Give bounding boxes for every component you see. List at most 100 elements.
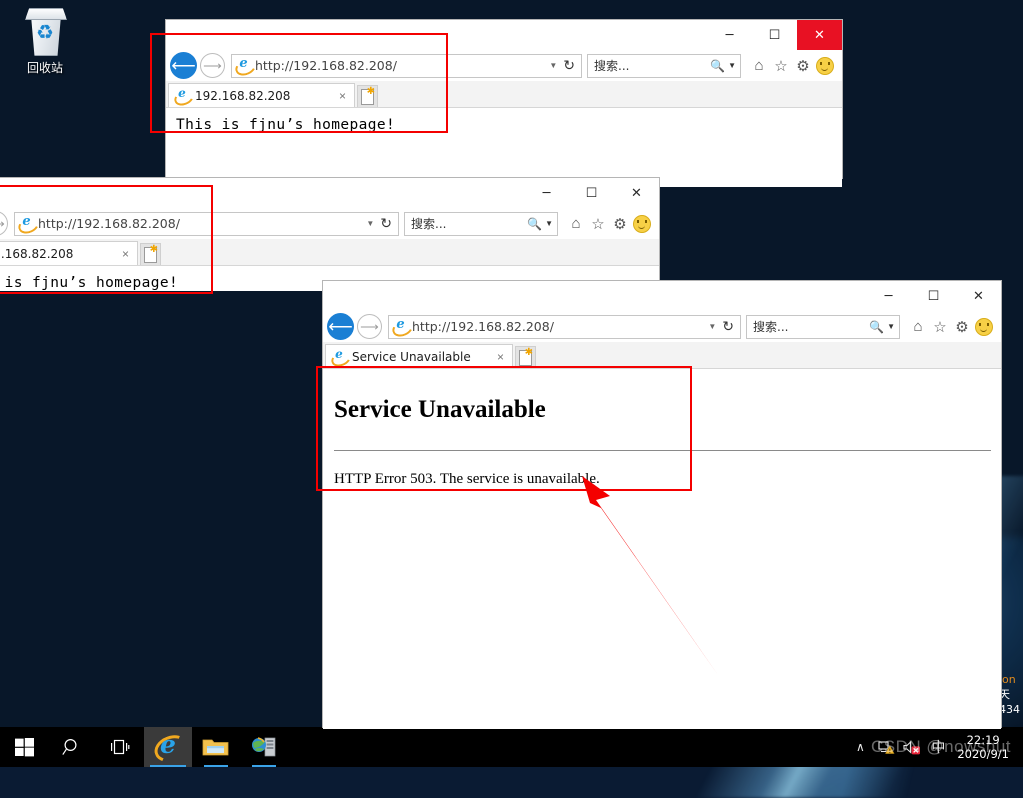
refresh-icon[interactable]: ↻ xyxy=(563,57,581,74)
ie-logo-icon: e xyxy=(329,348,353,369)
address-text: http://192.168.82.208/ xyxy=(255,58,397,73)
forward-button[interactable]: ⟶ xyxy=(200,53,225,78)
tab-strip: e Service Unavailable × ✱ xyxy=(323,342,1001,369)
forward-button[interactable]: ⟶ xyxy=(357,314,382,339)
chevron-down-icon[interactable]: ▼ xyxy=(364,219,380,228)
page-content: Service Unavailable HTTP Error 503. The … xyxy=(323,369,1001,729)
address-bar[interactable]: e http://192.168.82.208/ ▼ ↻ xyxy=(231,53,582,79)
address-bar[interactable]: e http://192.168.82.208/ ▼ ↻ xyxy=(388,314,741,340)
address-text: http://192.168.82.208/ xyxy=(38,216,180,231)
home-icon[interactable]: ⌂ xyxy=(907,316,929,338)
internet-explorer-button[interactable]: e xyxy=(144,727,192,767)
new-tab-button[interactable]: ✱ xyxy=(140,243,161,265)
task-view-button[interactable] xyxy=(96,727,144,767)
maximize-button[interactable]: ☐ xyxy=(911,281,956,311)
home-icon[interactable]: ⌂ xyxy=(565,213,587,235)
ime-indicator[interactable]: 中 xyxy=(925,727,951,767)
error-heading: Service Unavailable xyxy=(334,396,546,423)
recycle-bin-icon: ♻ xyxy=(21,6,69,56)
search-placeholder: 搜索... xyxy=(411,217,447,231)
taskbar-clock[interactable]: 22:19 2020/9/1 xyxy=(951,733,1017,761)
recycle-bin-label: 回收站 xyxy=(26,61,63,75)
title-bar[interactable]: ─ ☐ ✕ xyxy=(166,20,842,50)
address-text: http://192.168.82.208/ xyxy=(412,319,554,334)
system-tray[interactable]: ∧ 中 22:19 2020/9/1 xyxy=(847,727,1023,767)
search-button[interactable] xyxy=(48,727,96,767)
search-placeholder: 搜索... xyxy=(594,59,630,73)
minimize-button[interactable]: ─ xyxy=(524,178,569,208)
back-button[interactable]: ⟵ xyxy=(170,52,197,79)
desktop-icon-recycle-bin[interactable]: ♻ 回收站 xyxy=(8,6,82,76)
windows-logo-icon xyxy=(14,737,34,756)
error-body: HTTP Error 503. The service is unavailab… xyxy=(334,471,600,487)
ie-logo-icon: e xyxy=(172,87,196,108)
close-button[interactable]: ✕ xyxy=(614,178,659,208)
start-button[interactable] xyxy=(0,727,48,767)
tab-title: Service Unavailable xyxy=(352,349,471,364)
smiley-icon[interactable] xyxy=(973,316,995,338)
clock-date: 2020/9/1 xyxy=(957,747,1009,761)
search-placeholder: 搜索... xyxy=(753,320,789,334)
close-button[interactable]: ✕ xyxy=(797,20,842,50)
search-input[interactable]: 搜索... 🔍 ▼ xyxy=(587,53,741,78)
home-icon[interactable]: ⌂ xyxy=(748,55,770,77)
taskbar[interactable]: e ∧ 中 22:19 2020/9/1 xyxy=(0,727,1023,767)
navigation-bar: ⟵ ⟶ e http://192.168.82.208/ ▼ ↻ 搜索... 🔍… xyxy=(323,311,1001,342)
refresh-icon[interactable]: ↻ xyxy=(722,318,740,335)
chevron-down-icon[interactable]: ▼ xyxy=(706,322,722,331)
back-button[interactable]: ⟵ xyxy=(327,313,354,340)
new-tab-button[interactable]: ✱ xyxy=(357,85,378,107)
forward-button[interactable]: ⟶ xyxy=(0,211,8,236)
star-icon[interactable]: ☆ xyxy=(770,55,792,77)
file-explorer-button[interactable] xyxy=(192,727,240,767)
smiley-icon[interactable] xyxy=(631,213,653,235)
task-view-icon xyxy=(111,739,130,755)
search-input[interactable]: 搜索... 🔍 ▼ xyxy=(404,211,558,236)
page-text: This is fjnu’s homepage! xyxy=(176,117,396,133)
tab-close-icon[interactable]: × xyxy=(122,247,133,261)
ie-window-top[interactable]: ─ ☐ ✕ ⟵ ⟶ e http://192.168.82.208/ ▼ ↻ 搜… xyxy=(165,19,843,187)
server-manager-button[interactable] xyxy=(240,727,288,767)
smiley-icon[interactable] xyxy=(814,55,836,77)
search-icon xyxy=(62,738,77,755)
gear-icon[interactable]: ⚙ xyxy=(609,213,631,235)
ie-logo-icon: e xyxy=(15,214,42,237)
maximize-button[interactable]: ☐ xyxy=(569,178,614,208)
folder-icon xyxy=(202,739,229,756)
tab-close-icon[interactable]: × xyxy=(497,350,508,364)
maximize-button[interactable]: ☐ xyxy=(752,20,797,50)
star-icon[interactable]: ☆ xyxy=(587,213,609,235)
tab-title: 192.168.82.208 xyxy=(195,88,291,103)
gear-icon[interactable]: ⚙ xyxy=(792,55,814,77)
ie-icon: e xyxy=(150,730,192,767)
network-warning-icon[interactable] xyxy=(873,727,899,767)
minimize-button[interactable]: ─ xyxy=(866,281,911,311)
search-input[interactable]: 搜索... 🔍 ▼ xyxy=(746,314,900,339)
search-icon[interactable]: 🔍 ▼ xyxy=(869,320,899,334)
ie-window-middle[interactable]: ─ ☐ ✕ ⟵ ⟶ e http://192.168.82.208/ ▼ ↻ 搜… xyxy=(0,177,660,291)
browser-tab[interactable]: e 192.168.82.208 × xyxy=(168,83,355,108)
search-icon[interactable]: 🔍 ▼ xyxy=(710,59,740,73)
gear-icon[interactable]: ⚙ xyxy=(951,316,973,338)
tray-expand-icon[interactable]: ∧ xyxy=(847,727,873,767)
title-bar[interactable]: ─ ☐ ✕ xyxy=(0,178,659,208)
star-icon[interactable]: ☆ xyxy=(929,316,951,338)
edge-cutoff-text: ion 天 434 xyxy=(999,673,1020,716)
tab-close-icon[interactable]: × xyxy=(339,89,350,103)
new-tab-button[interactable]: ✱ xyxy=(515,346,536,368)
ie-window-bottom[interactable]: ─ ☐ ✕ ⟵ ⟶ e http://192.168.82.208/ ▼ ↻ 搜… xyxy=(322,280,1002,729)
ie-logo-icon: e xyxy=(232,56,259,79)
close-button[interactable]: ✕ xyxy=(956,281,1001,311)
page-content: This is fjnu’s homepage! xyxy=(166,108,842,187)
navigation-bar: ⟵ ⟶ e http://192.168.82.208/ ▼ ↻ 搜索... 🔍… xyxy=(0,208,659,239)
search-icon[interactable]: 🔍 ▼ xyxy=(527,217,557,231)
address-bar[interactable]: e http://192.168.82.208/ ▼ ↻ xyxy=(14,211,399,237)
volume-muted-icon[interactable] xyxy=(899,727,925,767)
refresh-icon[interactable]: ↻ xyxy=(380,215,398,232)
chevron-down-icon[interactable]: ▼ xyxy=(547,61,563,70)
browser-tab[interactable]: e Service Unavailable × xyxy=(325,344,513,369)
tab-strip: e 192.168.82.208 × ✱ xyxy=(0,239,659,266)
browser-tab[interactable]: e 192.168.82.208 × xyxy=(0,241,138,265)
minimize-button[interactable]: ─ xyxy=(707,20,752,50)
title-bar[interactable]: ─ ☐ ✕ xyxy=(323,281,1001,311)
